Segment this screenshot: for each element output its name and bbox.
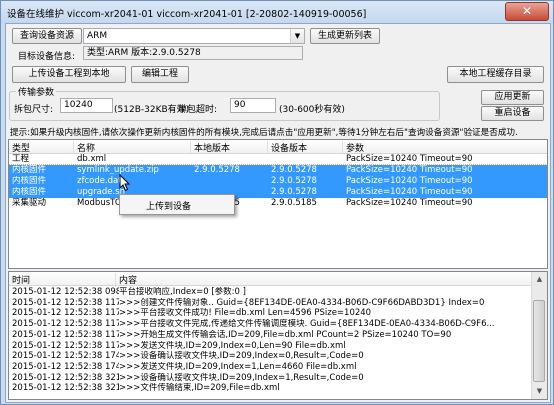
cell-device-version: 2.9.0.5278 (271, 176, 317, 186)
cell-name: zfcode.dat (77, 176, 122, 186)
cell-params: PackSize=10240 Timeout=90 (346, 198, 473, 208)
cache-dir-button[interactable]: 本地工程缓存目录 (447, 66, 544, 83)
timeout-label: 单包超时: (178, 105, 218, 115)
log-content: >>>设备确认接收文件块,ID=209,Index=0,Result=,Code… (119, 351, 364, 362)
log-row[interactable]: 2015-01-12 12:52:38 117 >>>发送文件块,ID=209,I… (9, 341, 547, 352)
edit-project-button[interactable]: 编辑工程 (131, 66, 189, 83)
log-row[interactable]: 2015-01-12 12:52:38 117 >>>创建文件传输对象.. Gui… (9, 298, 547, 309)
log-time: 2015-01-12 12:52:38 098 (12, 287, 119, 297)
cell-device-version: 2.9.0.5185 (271, 198, 317, 208)
cell-params: PackSize=10240 Timeout=90 (346, 165, 473, 175)
timeout-input[interactable]: 90 (230, 98, 276, 113)
chevron-down-icon[interactable]: ▼ (290, 29, 304, 43)
log-time: 2015-01-12 12:52:38 117 (12, 319, 119, 330)
cell-name: db.xml (77, 154, 107, 164)
cell-params: PackSize=10240 Timeout=90 (346, 187, 473, 197)
log-vertical-scrollbar[interactable]: ▲ ▼ (531, 272, 547, 399)
close-button[interactable]: ✕ (505, 2, 549, 21)
table-row[interactable]: 采集驱动ModbusTCP\ModbusTCP.soa2.9.0.51852.9… (9, 198, 547, 209)
cell-device-version: 2.9.0.5278 (271, 165, 317, 175)
upload-project-button[interactable]: 上传设备工程到本地 (12, 66, 126, 83)
scroll-up-icon[interactable]: ▲ (532, 272, 547, 287)
col-name[interactable]: 名称 (74, 141, 191, 154)
packet-size-label: 拆包尺寸: (14, 105, 54, 115)
log-content: >>>发送文件块,ID=209,Index=1,Len=4660 File=db… (119, 361, 357, 372)
cell-type: 内核固件 (12, 176, 47, 186)
packet-size-input[interactable]: 10240 (60, 98, 113, 113)
col-time[interactable]: 时间 (9, 273, 116, 286)
cell-params: PackSize=10240 Timeout=90 (346, 176, 473, 186)
col-content[interactable]: 内容 (116, 273, 534, 286)
apply-update-button[interactable]: 应用更新 (481, 90, 544, 105)
log-content: 平台接收响应,Index=0 [参数:0 ] (119, 287, 246, 297)
query-resources-button[interactable]: 查询设备资源 (12, 28, 82, 44)
log-content: >>>平台接收文件成功! File=db.xml Len=4596 PSize=… (119, 308, 372, 319)
cell-params: PackSize=10240 Timeout=90 (346, 154, 473, 164)
log-content: >>>开始生成文件传输会话,ID=209,File=db.xml PCount=… (119, 329, 452, 340)
cell-type: 内核固件 (12, 187, 47, 197)
table-row[interactable]: 工程 db.xml PackSize=10240 Timeout=90 (9, 154, 547, 165)
cell-local-version: 2.9.0.5278 (194, 165, 240, 175)
log-time: 2015-01-12 12:52:38 174 (12, 351, 119, 362)
log-content: >>>文件传输结束,ID=209,File=db.xml (119, 383, 280, 394)
log-row[interactable]: 2015-01-12 12:52:38 117 >>>开始生成文件传输会话,ID=… (9, 330, 547, 341)
log-row[interactable]: 2015-01-12 12:52:38 321 >>>设备确认接收文件块,ID=2… (9, 373, 547, 384)
log-row[interactable]: 2015-01-12 12:52:38 174 >>>发送文件块,ID=209,I… (9, 362, 547, 373)
cell-device-version: 2.9.0.5278 (271, 187, 317, 197)
target-info-field: 类型:ARM 版本:2.9.0.5278 (83, 46, 303, 60)
close-icon: ✕ (521, 4, 533, 18)
context-menu-upload-to-device[interactable]: 上传到设备 (146, 199, 191, 212)
log-row[interactable]: 2015-01-12 12:52:38 117 >>>平台接收文件完成,传递给文件… (9, 319, 547, 330)
cell-type: 工程 (12, 154, 30, 164)
mouse-cursor-icon (119, 174, 131, 192)
app-window: 设备在线维护 viccom-xr2041-01 viccom-xr2041-01… (0, 0, 554, 405)
log-table[interactable]: 时间 内容 2015-01-12 12:52:38 098 平台接收响应,Inde… (8, 271, 548, 400)
table-row[interactable]: 内核固件 zfcode.dat 2.9.0.5278 PackSize=10240 T… (9, 176, 547, 187)
cell-type: 采集驱动 (12, 198, 47, 208)
col-params[interactable]: 参数 (343, 141, 547, 154)
scroll-thumb[interactable] (533, 300, 545, 382)
table-row[interactable]: 内核固件 symlink_update.zip 2.9.0.5278 2.9.0.52… (9, 164, 547, 177)
title-bar: 设备在线维护 viccom-xr2041-01 viccom-xr2041-01… (1, 1, 553, 23)
log-time: 2015-01-12 12:52:38 117 (12, 340, 119, 351)
log-time: 2015-01-12 12:52:38 321 (12, 383, 119, 394)
transfer-params-title: 传输参数 (16, 85, 57, 98)
restart-device-button[interactable]: 重启设备 (481, 106, 544, 121)
timeout-hint: (30-600秒有效) (279, 105, 345, 115)
tip-text: 提示:如果升级内核固件,请依次操作更新内核固件的所有模块,完成后请点击"应用更新… (10, 128, 518, 138)
file-table[interactable]: 类型 名称 本地版本 设备版本 参数 工程 db.xml PackSize=1024… (8, 139, 548, 269)
log-time: 2015-01-12 12:52:38 174 (12, 361, 119, 372)
client-area: 查询设备资源 ARM ▼ 生成更新列表 目标设备信息: 类型:ARM 版本:2.… (5, 23, 551, 403)
scroll-down-icon[interactable]: ▼ (532, 384, 547, 399)
file-table-header: 类型 名称 本地版本 设备版本 参数 (9, 140, 547, 154)
log-row[interactable]: 2015-01-12 12:52:38 321 >>>文件传输结束,ID=209,… (9, 383, 547, 394)
target-info-label: 目标设备信息: (18, 52, 76, 62)
log-time: 2015-01-12 12:52:38 117 (12, 308, 119, 319)
log-content: >>>创建文件传输对象.. Guid={8EF134DE-0EA0-4334-B… (119, 297, 485, 308)
col-type[interactable]: 类型 (9, 141, 74, 154)
log-time: 2015-01-12 12:52:38 117 (12, 329, 119, 340)
generate-list-button[interactable]: 生成更新列表 (310, 28, 380, 44)
resource-select[interactable]: ARM ▼ (83, 28, 305, 44)
log-table-header: 时间 内容 (9, 272, 547, 286)
cell-name: symlink_update.zip (77, 165, 159, 175)
log-content: >>>设备确认接收文件块,ID=209,Index=1,Result=,Code… (119, 372, 364, 383)
log-content: >>>平台接收文件完成,传递给文件传输调度模块. Guid={8EF134DE-… (119, 319, 495, 330)
log-row[interactable]: 2015-01-12 12:52:38 098 平台接收响应,Index=0 [参… (9, 287, 547, 298)
log-time: 2015-01-12 12:52:38 117 (12, 297, 119, 308)
col-device-version[interactable]: 设备版本 (268, 141, 343, 154)
col-local-version[interactable]: 本地版本 (191, 141, 268, 154)
table-row[interactable]: 内核固件 upgrade.sh 2.9.0.5278 PackSize=10240 T… (9, 187, 547, 198)
log-content: >>>发送文件块,ID=209,Index=0,Len=90 File=db.x… (119, 340, 346, 351)
log-row[interactable]: 2015-01-12 12:52:38 117 >>>平台接收文件成功! File… (9, 308, 547, 319)
resource-select-value: ARM (87, 31, 108, 41)
window-title: 设备在线维护 viccom-xr2041-01 viccom-xr2041-01… (7, 9, 367, 20)
cell-type: 内核固件 (12, 165, 47, 175)
context-menu: 上传到设备 (119, 194, 235, 215)
log-row[interactable]: 2015-01-12 12:52:38 174 >>>设备确认接收文件块,ID=2… (9, 351, 547, 362)
log-time: 2015-01-12 12:52:38 321 (12, 372, 119, 383)
